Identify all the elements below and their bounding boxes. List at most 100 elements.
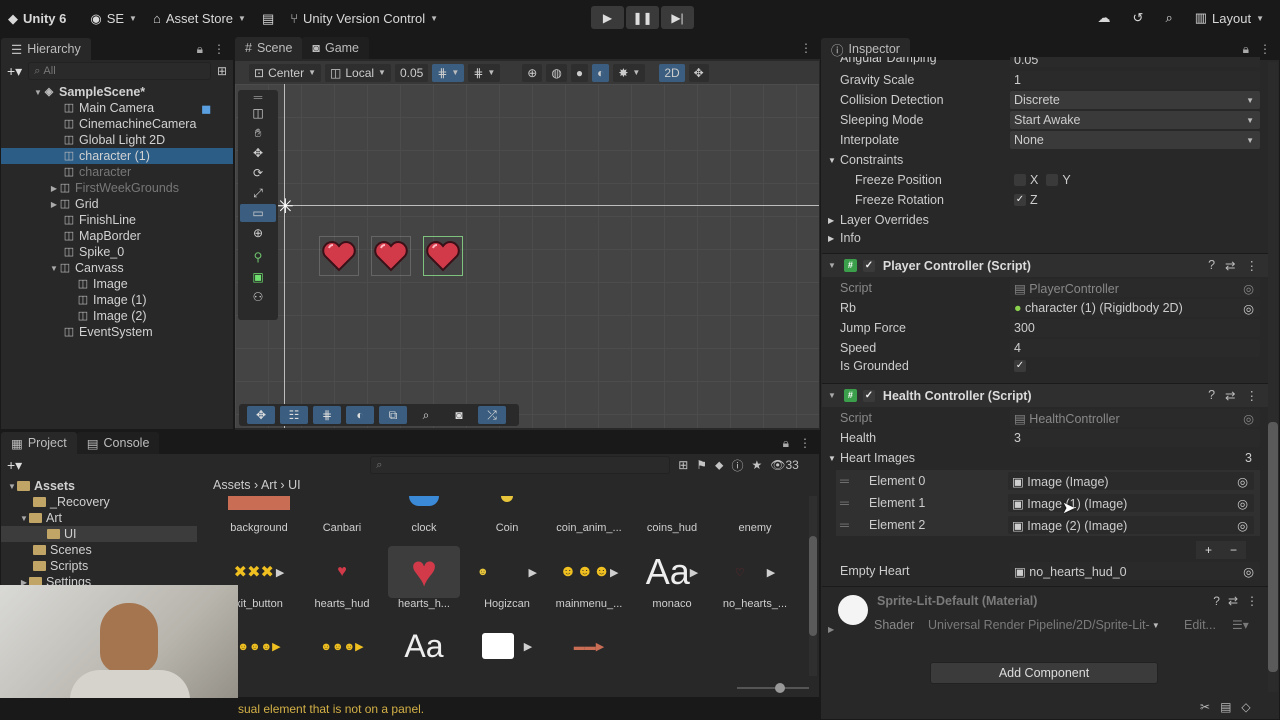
object-picker-icon[interactable]: ◎ [1237,496,1248,511]
asset-mainmenu[interactable]: ☻☻☻ ▶ mainmenu_... [549,546,629,610]
hierarchy-item-character[interactable]: ◫ character [1,164,233,180]
object-picker-icon[interactable]: ◎ [1237,474,1248,489]
lock-icon[interactable]: 🔒︎ [1243,42,1249,57]
freeze-y-checkbox[interactable] [1046,174,1059,186]
constraints-foldout[interactable]: ▼ Constraints [822,150,1268,170]
health-controller-enabled-checkbox[interactable]: ✓ [862,389,875,402]
effects-dropdown[interactable]: ✸ ▼ [613,63,646,82]
tree-item-recovery[interactable]: _Recovery [1,494,110,510]
freeze-z-checkbox[interactable]: ✓ [1014,194,1026,206]
object-picker-icon[interactable]: ◎ [1243,301,1254,316]
health-controller-header[interactable]: ▼ # ✓ Health Controller (Script) ? ⇄ ⋮ [822,383,1268,407]
scene-row[interactable]: ▼ ◈ SampleScene* [1,84,233,100]
star-icon[interactable]: ★ [751,458,762,472]
hierarchy-item-image-2[interactable]: ◫ Image (2) [1,308,233,324]
bone-tool-button[interactable]: ⚇ [240,288,276,306]
cube-tool-button[interactable]: ◫ [240,104,276,122]
heart-image-2[interactable] [423,236,463,276]
collider-tool-button[interactable]: ▣ [240,268,276,286]
hierarchy-item-main-camera[interactable]: ◫ Main Camera ◼︎ [1,100,233,116]
grid-snapping-button[interactable]: ⋕ ▼ [432,63,465,82]
heart-image-1[interactable] [371,236,411,276]
hierarchy-item-image-1[interactable]: ◫ Image (1) [1,292,233,308]
hierarchy-item-cinemachine[interactable]: ◫ CinemachineCamera [1,116,233,132]
breadcrumb-ui[interactable]: UI [288,478,301,492]
drag-handle-icon[interactable]: ═ [840,518,849,532]
pause-button[interactable]: ❚❚ [626,6,659,29]
unity-menu[interactable]: ◆ Unity 6 [0,7,74,31]
drag-handle-icon[interactable]: ═ [840,496,849,510]
history-button[interactable]: ↺ [1125,6,1152,30]
custom-tool-button[interactable]: ⚲ [240,248,276,266]
rb-field[interactable]: ● character (1) (Rigidbody 2D) ◎ [1010,299,1260,317]
asset-store-dropdown[interactable]: ⌂ Asset Store ▼ [145,7,254,31]
element-1-field[interactable]: ▣ Image (1) (Image) ◎ [1008,494,1254,512]
health-script-field[interactable]: ▤ HealthController ◎ [1010,409,1260,427]
move-overlay-button[interactable]: ✥ [247,406,275,424]
heart-images-foldout[interactable]: ▼ Heart Images 3 [822,448,1268,468]
zoom-overlay-button[interactable]: ⌕ [412,406,440,424]
info-foldout[interactable]: ▶ Info [822,228,1268,248]
hierarchy-item-eventsystem[interactable]: ◫ EventSystem [1,324,233,340]
jump-force-field[interactable]: 300 [1010,319,1260,337]
preset-icon[interactable]: ⇄ [1225,388,1235,403]
player-script-field[interactable]: ▤ PlayerController ◎ [1010,279,1260,297]
asset-hearts-hud[interactable]: ♥ hearts_hud [302,546,382,610]
step-button[interactable]: ▶| [661,6,694,29]
asset-no-hearts[interactable]: ♡ ▶ no_hearts_... [715,546,795,611]
progress-icon[interactable]: ▤ [1220,700,1231,718]
grid-visibility-button[interactable]: ⋕ ▼ [468,63,501,82]
space-dropdown[interactable]: ◫ Local ▼ [325,63,391,82]
transform-tool-button[interactable]: ⊕ [240,224,276,242]
expand-arrow-icon[interactable]: ▶ [49,184,59,193]
hierarchy-item-spike[interactable]: ◫ Spike_0 [1,244,233,260]
more-icon[interactable]: ⋮ [799,436,811,451]
toggle-2d-button[interactable]: 2D [659,63,685,82]
speed-field[interactable]: 4 [1010,339,1260,357]
expand-arrow-icon[interactable]: ▼ [49,264,59,273]
asset-background[interactable]: background [219,496,299,534]
freeze-x-checkbox[interactable] [1014,174,1026,186]
collision-detection-dropdown[interactable]: Discrete ▼ [1010,91,1260,109]
layers-overlay-button[interactable]: ⧉ [379,406,407,424]
asset-canbari[interactable]: Canbari [302,496,382,534]
type-filter-icon[interactable]: ⚑ [696,458,707,472]
is-grounded-checkbox[interactable]: ✓ [1014,360,1026,372]
player-controller-header[interactable]: ▼ # ✓ Player Controller (Script) ? ⇄ ⋮ [822,253,1268,277]
play-button[interactable]: ▶ [591,6,624,29]
asset-row3-d[interactable]: ▶ [467,626,547,666]
version-control-dropdown[interactable]: ⑂ Unity Version Control ▼ [282,7,446,31]
interpolate-dropdown[interactable]: None ▼ [1010,131,1260,149]
asset-coin[interactable]: Coin [467,496,547,534]
expand-arrow-icon[interactable]: ▼ [7,482,17,491]
asset-coins-hud[interactable]: coins_hud [632,496,712,534]
sliders-overlay-button[interactable]: ☷ [280,406,308,424]
more-icon[interactable]: ⋮ [1246,258,1259,273]
breadcrumb-art[interactable]: Art [261,478,277,492]
shader-dropdown[interactable]: Universal Render Pipeline/2D/Sprite-Lit-… [928,616,1164,634]
add-object-button[interactable]: +▾ [7,63,22,80]
lock-icon[interactable]: 🔒︎ [783,436,789,451]
expand-arrow-icon[interactable]: ▼ [33,88,43,97]
camera-overlay-button[interactable]: ◙ [445,406,473,424]
snap-increment-field[interactable]: 0.05 [394,63,429,82]
scene-viewport[interactable]: ✳ [235,84,819,428]
wireframe-button[interactable]: ◍ [546,63,567,82]
object-picker-icon[interactable]: ◎ [1243,564,1254,579]
tab-project[interactable]: ▦ Project [1,432,77,454]
hierarchy-item-grid[interactable]: ▶ ◫ Grid [1,196,233,212]
element-2-field[interactable]: ▣ Image (2) (Image) ◎ [1008,516,1254,534]
shaded-button[interactable]: ● [570,63,589,82]
health-field[interactable]: 3 [1010,429,1260,447]
gravity-scale-field[interactable]: 1 [1010,71,1260,89]
cloud-button[interactable]: ☁ [1090,6,1119,30]
hierarchy-item-firstweekgrounds[interactable]: ▶ ◫ FirstWeekGrounds [1,180,233,196]
more-icon[interactable]: ⋮ [800,41,812,55]
filter-icon[interactable]: ⊞ [678,458,688,472]
asset-enemy[interactable]: enemy [715,496,795,534]
lock-icon[interactable]: 🔒︎ [197,42,203,57]
inspector-scrollbar[interactable] [1268,62,1278,692]
array-size-field[interactable]: 3 [1245,451,1252,465]
filter-icon[interactable]: ⊞ [217,64,227,78]
layer-overrides-foldout[interactable]: ▶ Layer Overrides [822,210,1268,230]
